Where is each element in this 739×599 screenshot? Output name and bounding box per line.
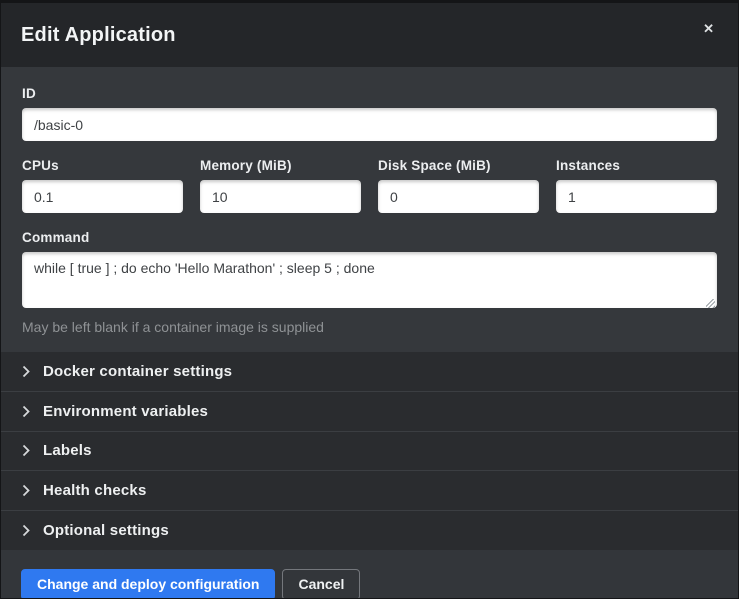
collapsible-sections: Docker container settings Environment va…	[1, 352, 738, 550]
memory-field-group: Memory (MiB)	[200, 158, 361, 213]
id-input[interactable]	[22, 108, 717, 141]
section-health-checks[interactable]: Health checks	[1, 471, 738, 511]
disk-label: Disk Space (MiB)	[378, 158, 539, 173]
section-optional-settings[interactable]: Optional settings	[1, 511, 738, 550]
command-field-group: Command while [ true ] ; do echo 'Hello …	[22, 230, 717, 335]
section-label: Labels	[43, 442, 92, 459]
id-label: ID	[22, 86, 717, 101]
close-icon: ✕	[703, 21, 714, 36]
id-field-group: ID	[22, 86, 717, 141]
cancel-button[interactable]: Cancel	[282, 569, 360, 599]
section-docker-container-settings[interactable]: Docker container settings	[1, 352, 738, 392]
resources-row: CPUs Memory (MiB) Disk Space (MiB) Insta…	[22, 158, 717, 213]
disk-field-group: Disk Space (MiB)	[378, 158, 539, 213]
chevron-right-icon	[22, 524, 30, 537]
instances-label: Instances	[556, 158, 717, 173]
close-button[interactable]: ✕	[699, 18, 718, 39]
command-textarea[interactable]: while [ true ] ; do echo 'Hello Marathon…	[22, 252, 717, 308]
memory-input[interactable]	[200, 180, 361, 213]
instances-input[interactable]	[556, 180, 717, 213]
disk-input[interactable]	[378, 180, 539, 213]
chevron-right-icon	[22, 365, 30, 378]
cpus-field-group: CPUs	[22, 158, 183, 213]
memory-label: Memory (MiB)	[200, 158, 361, 173]
edit-application-form: ID CPUs Memory (MiB) Disk Space (MiB) In…	[1, 67, 738, 352]
chevron-right-icon	[22, 444, 30, 457]
chevron-right-icon	[22, 484, 30, 497]
modal-title: Edit Application	[21, 24, 176, 47]
section-label: Docker container settings	[43, 363, 232, 380]
section-labels[interactable]: Labels	[1, 432, 738, 472]
command-help-text: May be left blank if a container image i…	[22, 319, 717, 335]
section-label: Health checks	[43, 482, 146, 499]
command-label: Command	[22, 230, 717, 245]
section-environment-variables[interactable]: Environment variables	[1, 392, 738, 432]
edit-application-modal: Edit Application ✕ ID CPUs Memory (MiB) …	[0, 0, 739, 599]
cpus-input[interactable]	[22, 180, 183, 213]
change-and-deploy-button[interactable]: Change and deploy configuration	[21, 569, 275, 599]
section-label: Optional settings	[43, 522, 169, 539]
section-label: Environment variables	[43, 403, 208, 420]
modal-header: Edit Application ✕	[1, 3, 738, 67]
cpus-label: CPUs	[22, 158, 183, 173]
modal-footer: Change and deploy configuration Cancel	[1, 550, 738, 599]
chevron-right-icon	[22, 405, 30, 418]
instances-field-group: Instances	[556, 158, 717, 213]
